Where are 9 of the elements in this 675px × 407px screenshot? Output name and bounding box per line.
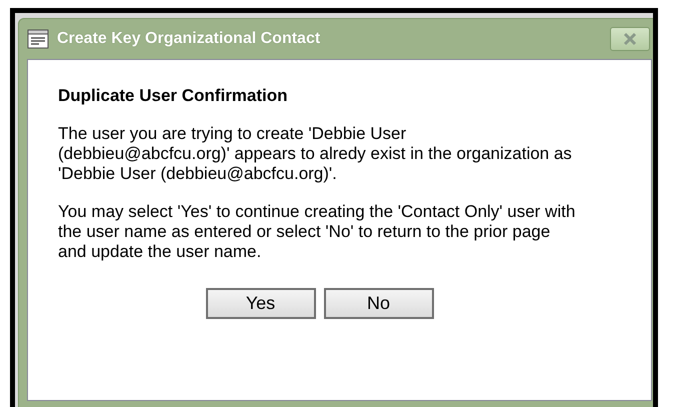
close-button[interactable] (610, 27, 650, 51)
dialog-heading: Duplicate User Confirmation (58, 86, 289, 106)
window-icon (27, 29, 49, 49)
dialog-button[interactable]: No (324, 288, 434, 319)
close-icon (622, 32, 638, 46)
message-text: You may select 'Yes' to continue creating the 'Contact Only' user with the user name as entered or select 'No' to return to the prior page and update the user name. (58, 202, 576, 262)
window-title: Create Key Organizational Contact (57, 30, 322, 48)
dialog-button[interactable]: Yes (206, 288, 316, 319)
message-text: The user you are trying to create 'Debbie User (debbieu@abcfcu.org)' appears to alredy exist in the organization as 'Debbie User (debbieu@abcfcu.org)'. (58, 124, 573, 184)
